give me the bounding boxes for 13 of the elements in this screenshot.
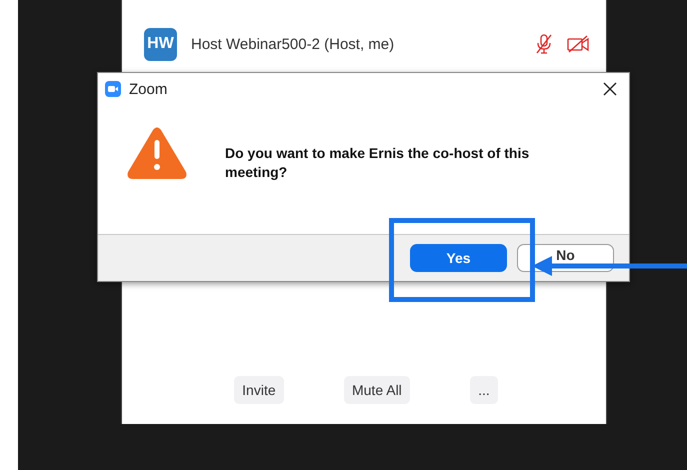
avatar: HW (144, 28, 177, 60)
dialog-message: Do you want to make Ernis the co-host of this meeting? (225, 144, 530, 182)
participant-name: Host Webinar500-2 (Host, me) (191, 36, 394, 52)
panel-button[interactable]: Invite (234, 376, 284, 404)
muted-mic-icon[interactable] (535, 34, 553, 54)
video-off-icon[interactable] (567, 35, 589, 53)
confirm-button[interactable]: Yes (410, 244, 507, 272)
close-icon[interactable] (603, 82, 617, 96)
panel-button[interactable]: Mute All (344, 376, 410, 404)
panel-button[interactable]: ... (470, 376, 498, 404)
warning-icon (126, 126, 188, 180)
camera-icon (105, 81, 121, 97)
dialog-title: Zoom (129, 80, 168, 98)
